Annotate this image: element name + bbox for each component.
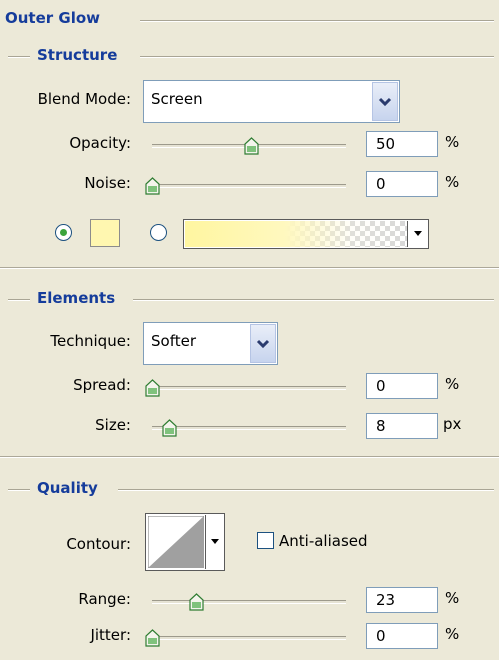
quality-divider-right: [118, 489, 494, 491]
gradient-radio[interactable]: [150, 224, 167, 241]
blend-mode-label: Blend Mode:: [37, 90, 131, 108]
noise-label: Noise:: [84, 174, 131, 192]
noise-unit: %: [445, 173, 460, 191]
panel-title-divider: [140, 20, 494, 22]
contour-dropdown-button[interactable]: [205, 515, 223, 569]
size-slider-track[interactable]: [152, 426, 346, 430]
jitter-label: Jitter:: [90, 626, 131, 644]
technique-dropdown[interactable]: Softer: [143, 322, 278, 365]
anti-aliased-label[interactable]: Anti-aliased: [279, 532, 368, 550]
range-input[interactable]: 23: [366, 587, 438, 613]
structure-divider-right: [140, 56, 494, 58]
opacity-input[interactable]: 50: [366, 131, 438, 157]
technique-dropdown-button[interactable]: [250, 324, 276, 363]
blend-mode-value: Screen: [151, 90, 203, 108]
range-slider-track[interactable]: [152, 600, 346, 604]
section-separator: [0, 456, 499, 458]
chevron-down-icon: [256, 339, 270, 348]
size-unit: px: [443, 415, 462, 433]
chevron-down-icon: [210, 539, 219, 544]
chevron-down-icon: [378, 97, 392, 106]
spread-slider-track[interactable]: [152, 386, 346, 390]
panel-title: Outer Glow: [1, 9, 105, 27]
noise-slider-thumb-icon[interactable]: [145, 177, 160, 195]
elements-divider-left: [8, 299, 30, 301]
spread-label: Spread:: [73, 376, 131, 394]
jitter-slider-track[interactable]: [152, 636, 346, 640]
size-input[interactable]: 8: [366, 413, 438, 439]
quality-divider-left: [8, 489, 30, 491]
range-label: Range:: [78, 590, 131, 608]
anti-aliased-checkbox[interactable]: [257, 532, 274, 549]
jitter-slider-thumb-icon[interactable]: [145, 629, 160, 647]
noise-slider-track[interactable]: [152, 184, 346, 188]
spread-slider-thumb-icon[interactable]: [145, 379, 160, 397]
opacity-label: Opacity:: [69, 134, 131, 152]
noise-input[interactable]: 0: [366, 171, 438, 197]
blend-mode-dropdown[interactable]: Screen: [143, 80, 400, 123]
radio-selected-dot: [60, 229, 67, 236]
contour-label: Contour:: [66, 535, 131, 553]
gradient-preview: [185, 221, 407, 247]
glow-color-swatch[interactable]: [90, 219, 120, 247]
jitter-unit: %: [445, 625, 460, 643]
opacity-slider-thumb-icon[interactable]: [244, 137, 259, 155]
opacity-unit: %: [445, 133, 460, 151]
jitter-input[interactable]: 0: [366, 623, 438, 649]
size-label: Size:: [95, 416, 131, 434]
blend-mode-dropdown-button[interactable]: [372, 82, 398, 121]
spread-unit: %: [445, 375, 460, 393]
contour-preview-icon: [148, 516, 204, 568]
technique-value: Softer: [151, 332, 196, 350]
quality-title: Quality: [33, 479, 102, 497]
spread-input[interactable]: 0: [366, 373, 438, 399]
contour-picker[interactable]: [145, 513, 225, 571]
structure-title: Structure: [33, 46, 122, 64]
elements-title: Elements: [33, 289, 120, 307]
range-slider-thumb-icon[interactable]: [189, 593, 204, 611]
range-unit: %: [445, 589, 460, 607]
technique-label: Technique:: [50, 332, 131, 350]
size-slider-thumb-icon[interactable]: [162, 419, 177, 437]
solid-color-radio[interactable]: [55, 224, 72, 241]
gradient-dropdown-button[interactable]: [407, 221, 427, 247]
elements-divider-right: [133, 299, 494, 301]
gradient-picker[interactable]: [183, 219, 429, 249]
chevron-down-icon: [413, 231, 422, 236]
structure-divider-left: [8, 56, 30, 58]
section-separator: [0, 267, 499, 269]
